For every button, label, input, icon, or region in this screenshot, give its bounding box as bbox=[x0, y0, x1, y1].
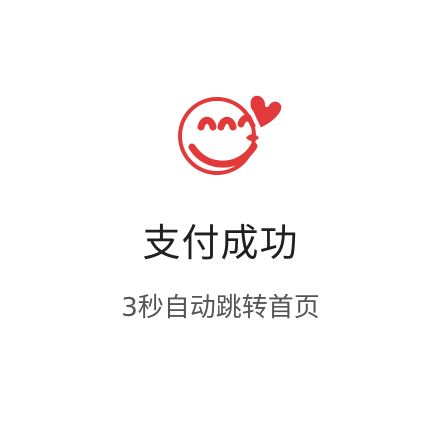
payment-success-screen: 支付成功 3秒自动跳转首页 bbox=[0, 0, 441, 441]
happy-heart-face-icon bbox=[158, 66, 286, 194]
auto-redirect-message: 3秒自动跳转首页 bbox=[121, 293, 320, 323]
payment-success-title: 支付成功 bbox=[142, 221, 299, 265]
